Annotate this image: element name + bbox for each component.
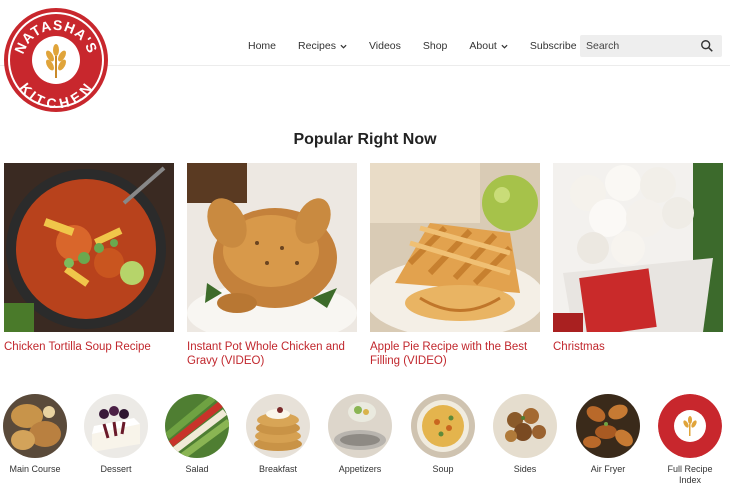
nav-recipes-label: Recipes bbox=[298, 40, 336, 52]
category-label: Soup bbox=[432, 464, 454, 474]
nav-about-label: About bbox=[469, 40, 497, 52]
recipe-title-link[interactable]: Chicken Tortilla Soup Recipe bbox=[4, 340, 174, 354]
recipe-card: Christmas bbox=[553, 163, 723, 354]
category-air-fryer[interactable]: Air Fryer bbox=[575, 394, 641, 475]
category-dessert[interactable]: Dessert bbox=[83, 394, 149, 475]
nav-videos-label: Videos bbox=[368, 40, 401, 52]
nav-recipes[interactable]: Recipes bbox=[298, 40, 347, 52]
snowball-cookies-image[interactable] bbox=[553, 163, 723, 332]
soup-image[interactable] bbox=[4, 163, 174, 332]
salad-image bbox=[165, 394, 229, 458]
air-fryer-image bbox=[576, 394, 640, 458]
category-label: Breakfast bbox=[258, 464, 298, 474]
recipe-title-link[interactable]: Christmas bbox=[553, 340, 723, 354]
recipe-card: Instant Pot Whole Chicken and Gravy (VID… bbox=[187, 163, 357, 368]
category-breakfast[interactable]: Breakfast bbox=[245, 394, 311, 475]
soup-category-image bbox=[411, 394, 475, 458]
breakfast-image bbox=[246, 394, 310, 458]
category-label: Sides bbox=[513, 464, 537, 474]
category-salad[interactable]: Salad bbox=[164, 394, 230, 475]
recipe-card: Chicken Tortilla Soup Recipe bbox=[4, 163, 174, 354]
chevron-down-icon bbox=[340, 43, 347, 50]
apple-pie-image[interactable] bbox=[370, 163, 540, 332]
search-icon[interactable] bbox=[700, 39, 714, 53]
appetizers-image bbox=[328, 394, 392, 458]
logo-emblem-small bbox=[658, 394, 722, 458]
nav-home[interactable]: Home bbox=[248, 40, 276, 52]
search-input[interactable] bbox=[580, 40, 698, 52]
popular-heading: Popular Right Now bbox=[293, 131, 437, 148]
search-box bbox=[580, 35, 722, 57]
category-main-course[interactable]: Main Course bbox=[2, 394, 68, 475]
category-soup[interactable]: Soup bbox=[410, 394, 476, 475]
category-label: Air Fryer bbox=[590, 464, 626, 474]
nav-videos[interactable]: Videos bbox=[369, 40, 401, 52]
nav-shop-label: Shop bbox=[422, 40, 448, 52]
category-sides[interactable]: Sides bbox=[492, 394, 558, 475]
recipe-title-link[interactable]: Instant Pot Whole Chicken and Gravy (VID… bbox=[187, 340, 357, 368]
dessert-image bbox=[84, 394, 148, 458]
category-label: Full Recipe Index bbox=[667, 464, 713, 485]
main-course-image bbox=[3, 394, 67, 458]
recipe-title-link[interactable]: Apple Pie Recipe with the Best Filling (… bbox=[370, 340, 540, 368]
nav-home-label: Home bbox=[248, 40, 277, 52]
category-label: Appetizers bbox=[338, 464, 382, 474]
category-label: Dessert bbox=[100, 464, 132, 474]
category-label: Main Course bbox=[9, 464, 61, 474]
chevron-down-icon bbox=[501, 43, 508, 50]
sides-image bbox=[493, 394, 557, 458]
roast-chicken-image[interactable] bbox=[187, 163, 357, 332]
category-appetizers[interactable]: Appetizers bbox=[327, 394, 393, 475]
category-label: Salad bbox=[185, 464, 209, 474]
nav-shop[interactable]: Shop bbox=[423, 40, 448, 52]
logo-emblem: NATASHA'S KITCHEN bbox=[10, 14, 102, 108]
nav-subscribe[interactable]: Subscribe bbox=[530, 40, 577, 52]
nav-about[interactable]: About bbox=[469, 40, 508, 52]
site-logo[interactable]: NATASHA'S KITCHEN bbox=[4, 8, 108, 112]
recipe-card: Apple Pie Recipe with the Best Filling (… bbox=[370, 163, 540, 368]
category-full-recipe-index[interactable]: Full Recipe Index bbox=[657, 394, 723, 486]
main-nav: Home Recipes Videos Shop About Subscribe bbox=[248, 39, 599, 53]
site-header: NATASHA'S KITCHEN Home Recipes Videos Sh… bbox=[0, 0, 730, 112]
nav-subscribe-label: Subscribe bbox=[529, 40, 577, 52]
